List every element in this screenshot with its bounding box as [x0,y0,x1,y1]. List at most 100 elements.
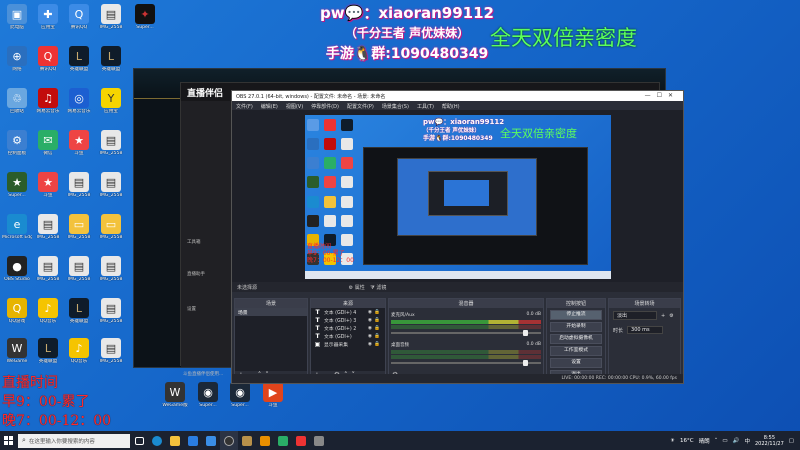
visibility-lock-icons[interactable]: ◉🔒 [368,334,382,339]
desktop-icon-b3[interactable]: ◉ Super... [225,382,255,409]
desktop-icon-c3-4[interactable]: ★ 斗鱼 [64,130,94,157]
window-controls[interactable]: —☐✕ [645,92,679,99]
ime-icon[interactable]: 中 [744,437,750,445]
desktop-icon-wechat[interactable]: ✉ 微信 [33,130,63,157]
desktop-icon-c4-7[interactable]: ▤ IMG_2558 [96,256,126,283]
visibility-lock-icons[interactable]: ◉🔒 [368,326,382,331]
mixer-channel-mic[interactable]: 麦克风/Aux 0.0 dB [391,312,541,340]
desktop-icon-c4-6[interactable]: ▭ IMG_2558 [96,214,126,241]
obs-preview[interactable]: pw💬：xiaoran99112 （千分王者 声优妹妹） 手游🐧群:109048… [305,115,611,279]
desktop-icon-this-pc[interactable]: ▣ 此电脑 [2,4,32,31]
properties-button[interactable]: 属性 [355,285,365,291]
desktop-icon-c4-2[interactable]: L 英雄联盟 [96,46,126,73]
add-transition-icon[interactable]: + [661,313,665,319]
filter-icon[interactable]: ⧩ [370,285,374,291]
desktop-icon-c5-1[interactable]: ✦ Super... [130,4,160,31]
source-item[interactable]: T 文本 (GDI+) ◉🔒 [311,332,385,340]
taskbar-app-wechat[interactable] [274,431,292,450]
gear-icon[interactable]: ⚙ [349,285,353,291]
volume-icon[interactable]: 🔊 [733,438,740,444]
virtual-camera-button[interactable]: 启动虚拟摄像机 [550,334,602,344]
obs-window[interactable]: OBS 27.0.1 (64-bit, windows) - 配置文件: 未命名… [231,90,684,384]
sidebar-item-assistant[interactable]: 直播助手 [187,271,205,277]
settings-button[interactable]: 设置 [550,358,602,368]
clock[interactable]: 8:55 2022/11/27 [755,435,784,447]
start-recording-button[interactable]: 开始录制 [550,322,602,332]
volume-fader[interactable] [391,330,541,336]
desktop-icon-qq[interactable]: Q 腾讯QQ [33,46,63,73]
scene-item[interactable]: 场景 [235,308,307,316]
desktop-icon-c4-1[interactable]: ▤ IMG_2558 [96,4,126,31]
source-item[interactable]: T 文本 (GDI+) 4 ◉🔒 [311,308,385,316]
weather-icon[interactable]: ☀ [670,438,675,444]
start-button[interactable] [0,431,16,450]
menu-help[interactable]: 帮助(H) [442,103,460,110]
visibility-lock-icons[interactable]: ◉🔒 [368,318,382,323]
taskbar-search[interactable]: ⌕ 在这里输入你要搜索的内容 [18,433,130,448]
desktop-icon-recycle[interactable]: ♲ 回收站 [2,88,32,115]
source-item[interactable]: ▣ 显示器采集 ◉🔒 [311,340,385,348]
menu-scene-collection[interactable]: 场景集合(S) [382,103,409,110]
taskbar-app-store[interactable] [184,431,202,450]
sidebar-item-settings[interactable]: 设置 [187,306,196,312]
filters-button[interactable]: 滤镜 [376,285,386,291]
desktop-icon-img[interactable]: ▤ IMG_2558 [33,214,63,241]
desktop-icon-c3-3[interactable]: ◎ 网易云音乐 [64,88,94,115]
taskbar-app-qq[interactable] [292,431,310,450]
temperature[interactable]: 16°C [680,438,694,444]
desktop-icon-c3-9[interactable]: ♪ QQ音乐 [64,338,94,365]
stop-streaming-button[interactable]: 停止推流 [550,310,602,320]
visibility-lock-icons[interactable]: ◉🔒 [368,342,382,347]
desktop-icon-c3-1[interactable]: Q 腾讯QQ [64,4,94,31]
desktop-icon-c4-4[interactable]: ▤ IMG_2558 [96,130,126,157]
desktop-icon-super[interactable]: ★ Super... [2,172,32,199]
studio-mode-button[interactable]: 工作室模式 [550,346,602,356]
desktop-icon-c3-7[interactable]: ▤ IMG_2558 [64,256,94,283]
obs-preview-area[interactable]: pw💬：xiaoran99112 （千分王者 声优妹妹） 手游🐧群:109048… [232,110,683,282]
desktop-icon-netease-music[interactable]: ♫ 网易云音乐 [33,88,63,115]
desktop-icon-c4-8[interactable]: ▤ IMG_2558 [96,298,126,325]
desktop-icon-c3-5[interactable]: ▤ IMG_2558 [64,172,94,199]
taskbar-app-douyu[interactable] [256,431,274,450]
desktop-icon-edge[interactable]: e Microsoft Edge [2,214,32,241]
taskbar-app-other[interactable] [310,431,328,450]
tray-expand-icon[interactable]: ˄ [715,438,718,444]
network-icon[interactable]: ▭ [722,438,727,444]
mixer-channel-desktop[interactable]: 桌面音频 0.0 dB [391,342,541,370]
desktop-icon-b1[interactable]: W WeGame版 [160,382,190,409]
desktop-icon-c4-5[interactable]: ▤ IMG_2558 [96,172,126,199]
transition-type-select[interactable]: 淡出 [613,311,657,320]
desktop-icon-wegame[interactable]: W WeGame [2,338,32,365]
desktop-icon-lol[interactable]: L 英雄联盟 [33,338,63,365]
desktop-icon-c4-9[interactable]: ▤ IMG_2558 [96,338,126,365]
desktop-icon-qqgame[interactable]: Q QQ游戏 [2,298,32,325]
menu-profile[interactable]: 配置文件(P) [347,103,374,110]
volume-fader[interactable] [391,360,541,366]
desktop-icon-b4[interactable]: ▶ 斗鱼 [258,382,288,409]
sidebar-item-toolbox[interactable]: 工具箱 [187,239,201,245]
desktop-icon-network[interactable]: ⊕ 网络 [2,46,32,73]
desktop-icon-img2[interactable]: ▤ IMG_2558 [33,256,63,283]
menu-view[interactable]: 视图(V) [286,103,303,110]
desktop-icon-control-panel[interactable]: ⚙ 控制面板 [2,130,32,157]
menu-docks[interactable]: 停靠部件(D) [311,103,339,110]
taskbar-app-explorer[interactable] [166,431,184,450]
duration-input[interactable]: 300 ms [627,326,664,334]
source-item[interactable]: T 文本 (GDI+) 3 ◉🔒 [311,316,385,324]
desktop-icon-c3-2[interactable]: L 英雄联盟 [64,46,94,73]
task-view-button[interactable] [130,431,148,450]
menu-edit[interactable]: 编辑(E) [261,103,278,110]
desktop-icon-douyu[interactable]: ★ 斗鱼 [33,172,63,199]
taskbar-app-obs[interactable] [220,431,238,450]
taskbar-app-mail[interactable] [202,431,220,450]
desktop-icon-obs[interactable]: ● OBS Studio [2,256,32,283]
desktop-icon-c3-8[interactable]: L 英雄联盟 [64,298,94,325]
menu-tools[interactable]: 工具(T) [417,103,434,110]
notification-icon[interactable]: ▢ [789,438,794,444]
transition-gear-icon[interactable]: ⚙ [669,313,673,319]
menu-file[interactable]: 文件(F) [236,103,253,110]
desktop-icon-c4-3[interactable]: Y 应用宝 [96,88,126,115]
desktop-icon-c3-6[interactable]: ▭ IMG_2558 [64,214,94,241]
source-item[interactable]: T 文本 (GDI+) 2 ◉🔒 [311,324,385,332]
desktop-icon-b2[interactable]: ◉ Super... [193,382,223,409]
